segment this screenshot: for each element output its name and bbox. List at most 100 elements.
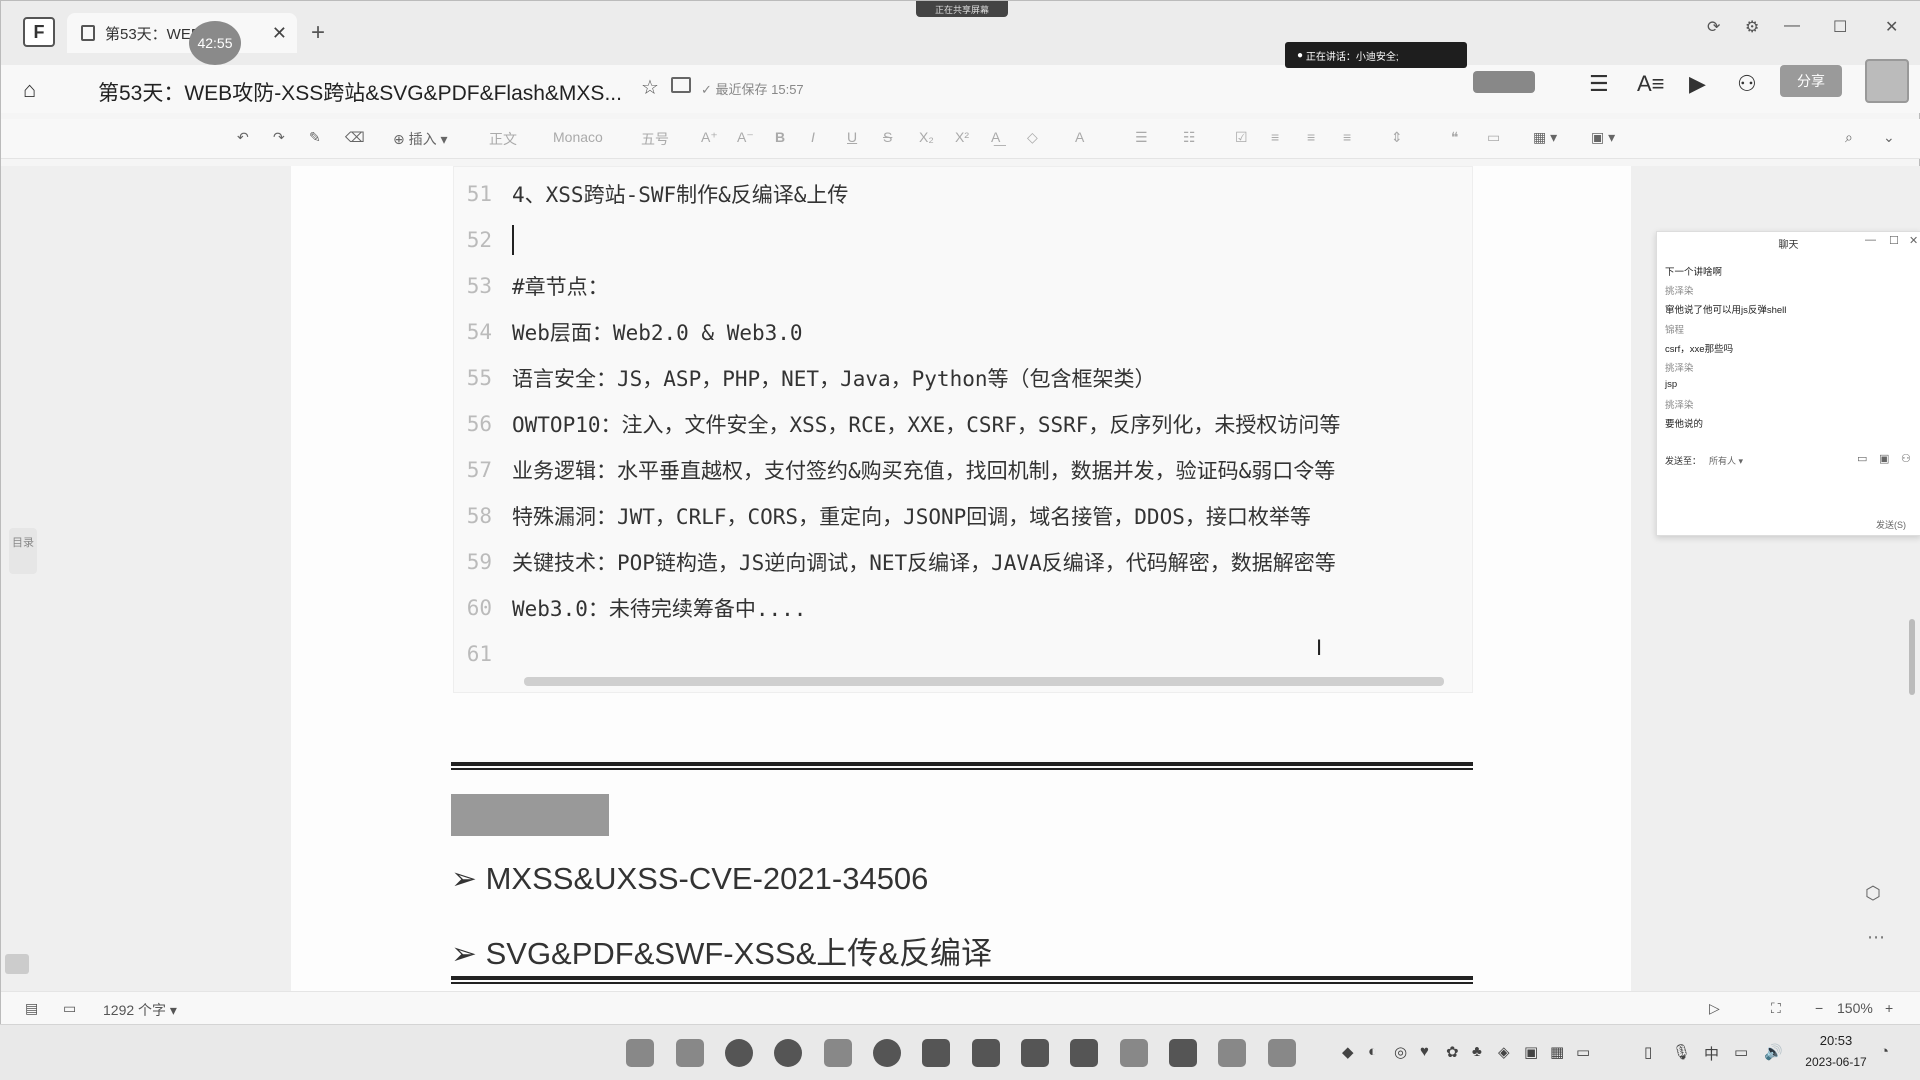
numbered-list-icon[interactable]: ☷	[1183, 129, 1196, 146]
microphone-tray-icon[interactable]: 🎙	[1672, 1043, 1691, 1061]
chat-send-button[interactable]: 发送(S)	[1876, 518, 1906, 531]
clock-time[interactable]: 20:53	[1806, 1033, 1866, 1048]
chevron-down-icon[interactable]: ⌄	[1883, 129, 1895, 146]
network-icon[interactable]: ▭	[1734, 1043, 1748, 1061]
file-explorer-icon[interactable]	[676, 1039, 704, 1067]
input-method-indicator[interactable]: 中	[1704, 1043, 1719, 1064]
more-insert-icon[interactable]: ▣ ▾	[1591, 129, 1615, 146]
java-decompiler-icon[interactable]	[1268, 1039, 1296, 1067]
flash-ide-icon[interactable]	[1021, 1039, 1049, 1067]
more-options-icon[interactable]: ⋯	[1867, 927, 1885, 948]
close-tab-icon[interactable]: ✕	[272, 23, 287, 44]
play-icon[interactable]: ▷	[1709, 1000, 1720, 1017]
tray-app-icon[interactable]: ✿	[1446, 1043, 1459, 1061]
font-select[interactable]: Monaco	[553, 129, 603, 145]
subscript-icon[interactable]: X₂	[919, 129, 934, 145]
refresh-icon[interactable]: ⟳	[1707, 17, 1720, 37]
home-icon[interactable]: ⌂	[23, 77, 36, 103]
tray-app-icon[interactable]: ♣	[1472, 1043, 1482, 1060]
edge-browser-icon[interactable]	[725, 1039, 753, 1067]
word-count[interactable]: 1292 个字 ▾	[103, 1000, 177, 1020]
flash-player-icon[interactable]	[1070, 1039, 1098, 1067]
paragraph-style-select[interactable]: 正文	[489, 129, 517, 149]
tray-app-icon[interactable]: ▭	[1576, 1043, 1590, 1061]
bold-icon[interactable]: B	[775, 129, 785, 145]
quote-icon[interactable]: ❝	[1451, 129, 1459, 146]
web-view-icon[interactable]: ▭	[63, 1000, 76, 1017]
chat-user-icon[interactable]: ⚇	[1901, 452, 1911, 465]
decrease-font-icon[interactable]: A⁻	[737, 129, 754, 146]
tray-app-icon[interactable]: ◆	[1342, 1043, 1354, 1061]
volume-icon[interactable]: 🔊	[1764, 1043, 1783, 1061]
highlight-icon[interactable]: ◇	[1027, 129, 1038, 146]
section-heading-block[interactable]	[451, 794, 609, 836]
firefox-icon[interactable]	[873, 1039, 901, 1067]
close-window-icon[interactable]: ✕	[1885, 17, 1898, 37]
tray-app-icon[interactable]: ▦	[1550, 1043, 1564, 1061]
letter-spacing-icon[interactable]: A͟	[991, 129, 1000, 145]
checklist-icon[interactable]: ☑	[1235, 129, 1248, 146]
superscript-icon[interactable]: X²	[955, 129, 969, 145]
bullet-list-icon[interactable]: ☰	[1135, 129, 1148, 146]
align-left-icon[interactable]: ≡	[1271, 129, 1279, 145]
format-painter-icon[interactable]: ✎	[309, 129, 321, 146]
app-logo-icon[interactable]: F	[23, 17, 55, 47]
font-color-icon[interactable]: A	[1075, 129, 1084, 145]
star-icon[interactable]: ☆	[641, 75, 659, 100]
help-icon[interactable]: ⬡	[1865, 883, 1881, 904]
photos-icon[interactable]	[922, 1039, 950, 1067]
fullscreen-icon[interactable]: ⛶	[1771, 1000, 1781, 1017]
zoom-level[interactable]: 150%	[1837, 1000, 1873, 1016]
underline-icon[interactable]: U	[847, 129, 857, 145]
tray-app-icon[interactable]: ▣	[1524, 1043, 1538, 1061]
vscode-icon[interactable]	[972, 1039, 1000, 1067]
minimize-icon[interactable]: —	[1784, 17, 1800, 35]
notification-icon[interactable]: ◔	[1880, 1043, 1889, 1060]
font-size-select[interactable]: 五号	[641, 129, 669, 149]
redo-icon[interactable]: ↷	[273, 129, 285, 146]
menu-icon[interactable]: ☰	[1589, 71, 1609, 97]
new-tab-icon[interactable]: +	[311, 19, 325, 47]
tab-document[interactable]: 第53天：WEF S... ✕	[67, 13, 297, 53]
chat-maximize-icon[interactable]: ☐	[1889, 234, 1899, 247]
zoom-in-icon[interactable]: +	[1885, 1000, 1893, 1016]
table-of-contents-tab[interactable]: 目录	[9, 528, 37, 574]
italic-icon[interactable]: I	[811, 129, 815, 145]
page-view-icon[interactable]: ▤	[25, 1000, 38, 1017]
increase-font-icon[interactable]: A⁺	[701, 129, 718, 146]
start-menu-icon[interactable]	[626, 1039, 654, 1067]
eraser-icon[interactable]: ⌫	[345, 129, 365, 146]
collaborate-icon[interactable]: ⚇	[1737, 71, 1757, 97]
zoom-out-icon[interactable]: −	[1815, 1000, 1823, 1016]
align-right-icon[interactable]: ≡	[1343, 129, 1351, 145]
collaborator-avatars[interactable]	[1473, 71, 1535, 93]
divider-icon[interactable]: ▭	[1487, 129, 1500, 146]
tray-app-icon[interactable]: ♥	[1420, 1043, 1429, 1060]
tray-app-icon[interactable]: ◐	[1368, 1043, 1377, 1060]
maximize-icon[interactable]: ☐	[1833, 17, 1847, 37]
code-block[interactable]: 51 4、XSS跨站-SWF制作&反编译&上传 52 53 #章节点： 54 Web层…	[453, 166, 1473, 693]
powerpoint-icon[interactable]	[1120, 1039, 1148, 1067]
insert-button[interactable]: ⊕ 插入 ▾	[393, 129, 448, 149]
chat-close-icon[interactable]: ✕	[1909, 234, 1918, 247]
chat-minimize-icon[interactable]: —	[1865, 234, 1876, 246]
chrome-browser-icon[interactable]	[774, 1039, 802, 1067]
line-spacing-icon[interactable]: ⇕	[1391, 129, 1403, 146]
user-avatar[interactable]	[1865, 59, 1909, 103]
chat-screenshot-icon[interactable]: ▣	[1879, 452, 1889, 465]
vertical-scrollbar[interactable]	[1909, 619, 1915, 695]
strikethrough-icon[interactable]: S	[883, 129, 892, 145]
chat-file-icon[interactable]: ▭	[1857, 452, 1867, 465]
document-app-icon[interactable]	[824, 1039, 852, 1067]
tray-app-icon[interactable]: ◈	[1498, 1043, 1510, 1061]
present-icon[interactable]: ▶	[1689, 71, 1706, 97]
send-to-select[interactable]: 所有人 ▾	[1709, 454, 1743, 467]
settings-icon[interactable]: ⚙	[1745, 17, 1759, 37]
folder-icon[interactable]	[671, 77, 691, 93]
document-title[interactable]: 第53天：WEB攻防-XSS跨站&SVG&PDF&Flash&MXS...	[98, 77, 622, 107]
text-format-icon[interactable]: A≡	[1637, 71, 1665, 97]
java-icon[interactable]	[1218, 1039, 1246, 1067]
undo-icon[interactable]: ↶	[237, 129, 249, 146]
search-icon[interactable]: ⌕	[1845, 129, 1853, 146]
tray-app-icon[interactable]: ◎	[1394, 1043, 1407, 1061]
